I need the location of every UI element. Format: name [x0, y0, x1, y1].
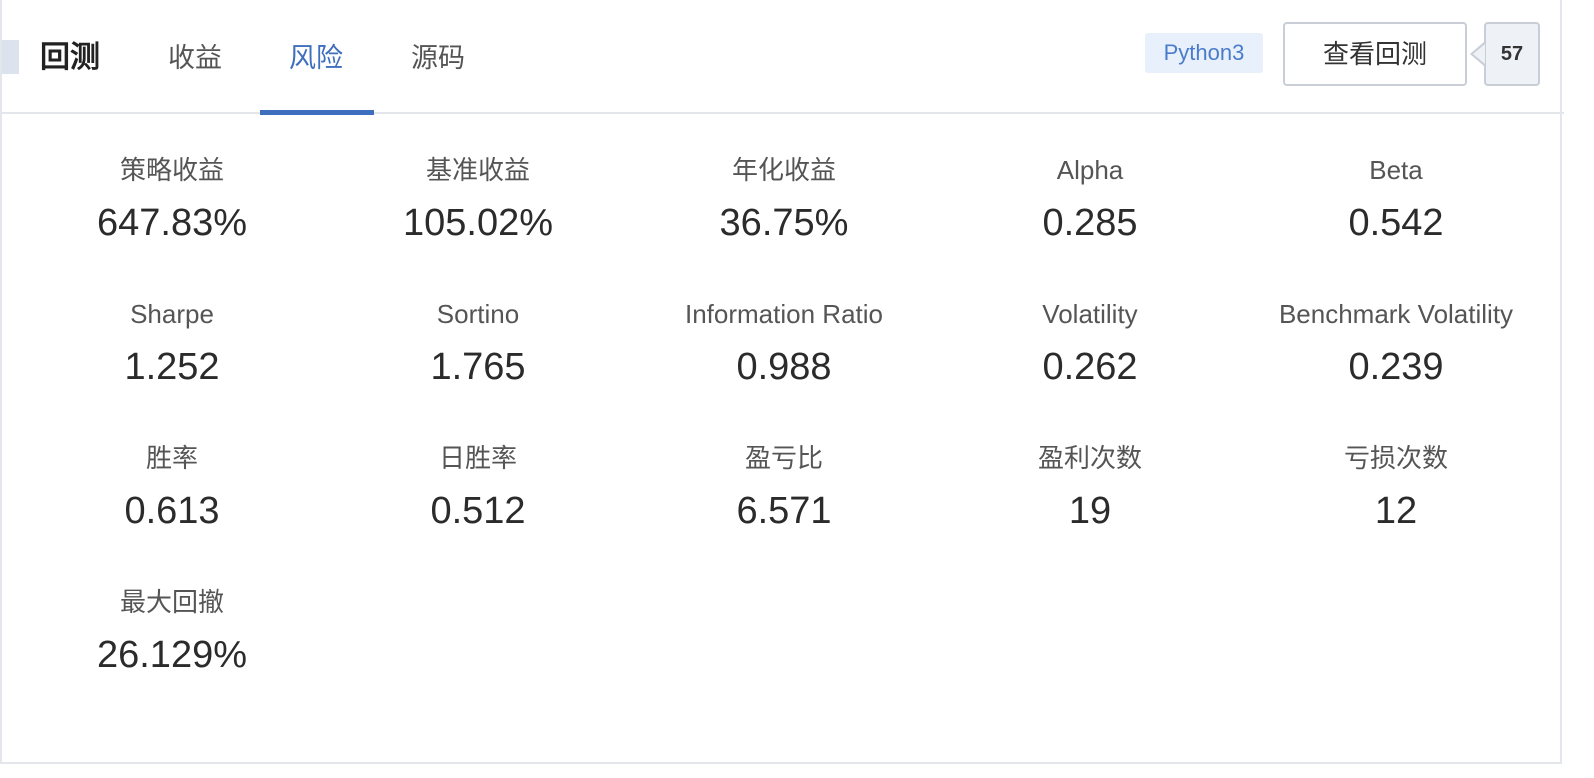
metric-label: Information Ratio — [685, 299, 883, 329]
metric-sortino: Sortino 1.765 — [325, 290, 631, 434]
metric-label: 年化收益 — [731, 155, 836, 185]
panel-header: 回测 收益 风险 源码 Python3 查看回测 57 — [2, 0, 1564, 115]
metric-value: 19 — [1068, 490, 1112, 532]
metric-label: 亏损次数 — [1343, 443, 1448, 473]
metric-value: 1.765 — [430, 346, 526, 388]
metric-label: Sortino — [436, 299, 520, 329]
tab-risk[interactable]: 风险 — [289, 38, 343, 78]
metric-win-rate: 胜率 0.613 — [19, 434, 325, 578]
metric-label: 日胜率 — [438, 443, 517, 473]
metric-value: 647.83% — [96, 202, 247, 244]
metric-label: 盈利次数 — [1037, 443, 1142, 473]
page-title: 回测 — [40, 41, 100, 74]
metric-volatility: Volatility 0.262 — [937, 290, 1243, 434]
metric-value: 0.542 — [1348, 202, 1444, 244]
metric-alpha: Alpha 0.285 — [937, 146, 1243, 290]
metric-max-drawdown: 最大回撤 26.129% — [19, 578, 325, 722]
metric-beta: Beta 0.542 — [1243, 146, 1549, 290]
metric-value: 36.75% — [719, 202, 849, 244]
metric-information-ratio: Information Ratio 0.988 — [631, 290, 937, 434]
metric-annualized-return: 年化收益 36.75% — [631, 146, 937, 290]
active-tab-indicator — [260, 110, 374, 115]
metric-value: 26.129% — [96, 634, 247, 676]
metric-value: 0.613 — [124, 490, 220, 532]
view-backtest-button[interactable]: 查看回测 — [1283, 22, 1467, 86]
metric-label: Sharpe — [130, 299, 214, 329]
risk-metrics-grid: 策略收益 647.83% 基准收益 105.02% 年化收益 36.75% Al… — [19, 146, 1549, 722]
metric-value: 0.239 — [1348, 346, 1444, 388]
metric-daily-win-rate: 日胜率 0.512 — [325, 434, 631, 578]
metric-label: 策略收益 — [119, 155, 224, 185]
metric-value: 1.252 — [124, 346, 220, 388]
tab-source[interactable]: 源码 — [411, 38, 465, 78]
metric-value: 0.988 — [736, 346, 832, 388]
metric-profit-count: 盈利次数 19 — [937, 434, 1243, 578]
metric-strategy-return: 策略收益 647.83% — [19, 146, 325, 290]
metric-label: Alpha — [1056, 155, 1124, 185]
metric-benchmark-volatility: Benchmark Volatility 0.239 — [1243, 290, 1549, 434]
count-bubble: 57 — [1470, 22, 1542, 86]
tab-returns[interactable]: 收益 — [168, 38, 222, 78]
metric-value: 6.571 — [736, 490, 832, 532]
metric-value: 0.262 — [1042, 346, 1138, 388]
metric-label: 基准收益 — [425, 155, 530, 185]
metric-label: Benchmark Volatility — [1278, 299, 1514, 329]
metric-value: 0.285 — [1042, 202, 1138, 244]
metric-loss-count: 亏损次数 12 — [1243, 434, 1549, 578]
metric-benchmark-return: 基准收益 105.02% — [325, 146, 631, 290]
backtest-panel: 回测 收益 风险 源码 Python3 查看回测 57 策略收益 647.83%… — [0, 0, 1564, 764]
metric-value: 12 — [1374, 490, 1418, 532]
language-badge: Python3 — [1145, 33, 1263, 73]
metric-value: 105.02% — [402, 202, 553, 244]
header-accent-bar — [2, 40, 19, 74]
metric-label: Beta — [1369, 155, 1423, 185]
metric-label: 盈亏比 — [744, 443, 823, 473]
count-badge: 57 — [1484, 22, 1540, 86]
metric-profit-loss-ratio: 盈亏比 6.571 — [631, 434, 937, 578]
metric-label: 胜率 — [145, 443, 198, 473]
metric-sharpe: Sharpe 1.252 — [19, 290, 325, 434]
metric-label: Volatility — [1042, 299, 1138, 329]
metric-label: 最大回撤 — [119, 587, 224, 617]
metric-value: 0.512 — [430, 490, 526, 532]
